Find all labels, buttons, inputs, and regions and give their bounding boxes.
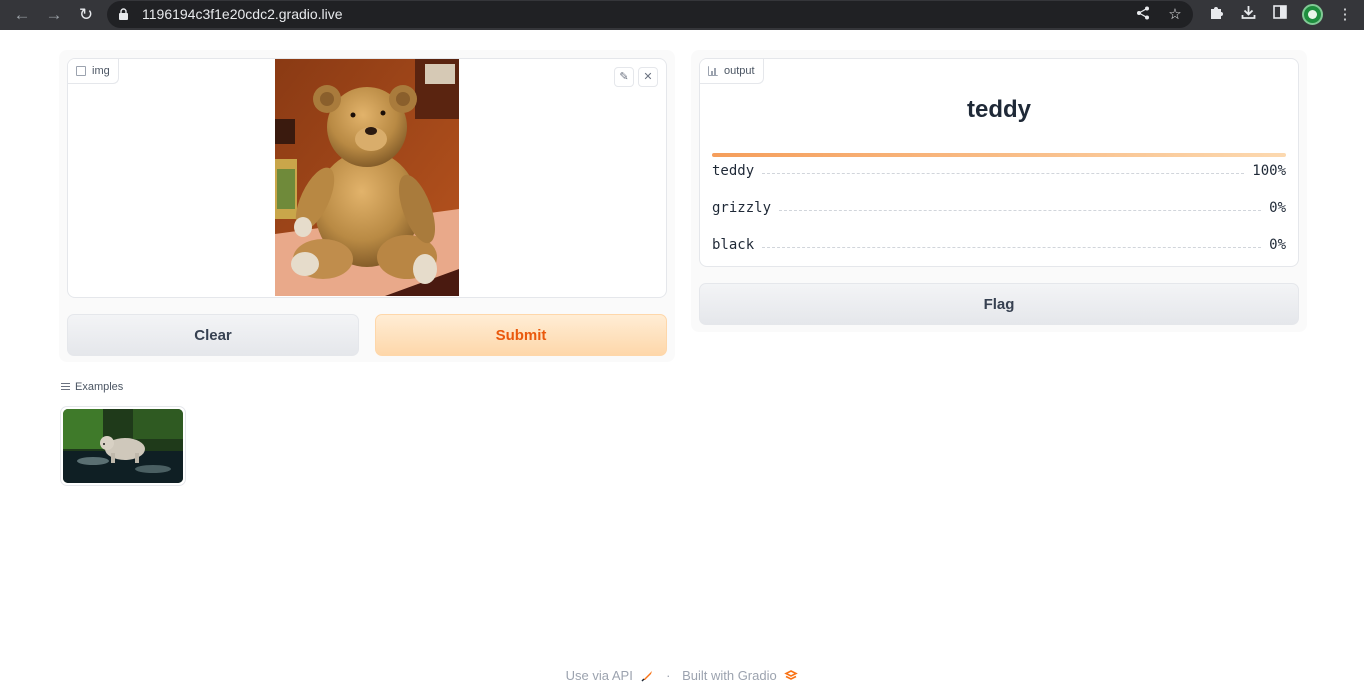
grizzly-bear-example-image — [63, 409, 183, 483]
submit-button[interactable]: Submit — [375, 314, 667, 356]
use-via-api-link[interactable]: Use via API — [566, 668, 633, 683]
clear-button-label: Clear — [194, 326, 232, 344]
dotted-leader — [762, 246, 1262, 248]
rocket-icon — [641, 670, 653, 682]
confidence-label: teddy — [712, 163, 755, 179]
lock-icon — [119, 8, 128, 20]
example-thumbnail[interactable] — [60, 406, 186, 486]
footer: Use via API · Built with Gradio — [0, 667, 1364, 683]
clear-button[interactable]: Clear — [67, 314, 359, 356]
flag-button[interactable]: Flag — [699, 283, 1299, 325]
forward-icon[interactable]: → — [44, 5, 64, 25]
submit-button-label: Submit — [495, 326, 547, 344]
extensions-icon[interactable] — [1206, 5, 1226, 25]
gradio-logo-icon — [784, 669, 799, 680]
profile-avatar[interactable] — [1302, 4, 1323, 25]
predicted-label: teddy — [966, 96, 1031, 123]
input-panel: img ✎ ✕ Clear Submit — [59, 50, 675, 362]
close-icon: ✕ — [643, 71, 653, 83]
built-with-gradio-link[interactable]: Built with Gradio — [682, 668, 777, 683]
confidence-label: black — [712, 237, 755, 253]
confidence-value: 0% — [1269, 200, 1286, 216]
pencil-icon: ✎ — [619, 71, 629, 83]
label-output: output teddy teddy 100% grizzly 0% black… — [699, 58, 1299, 267]
browser-toolbar: ← → ↻ 1196194c3f1e20cdc2.gradio.live ☆ ⋮ — [0, 0, 1364, 30]
flag-button-label: Flag — [983, 295, 1015, 313]
examples-header: Examples — [61, 381, 123, 393]
image-icon — [76, 66, 86, 76]
footer-separator: · — [666, 668, 671, 684]
share-icon[interactable] — [1134, 6, 1152, 24]
bookmark-star-icon[interactable]: ☆ — [1166, 6, 1184, 24]
image-input-label: img — [68, 59, 119, 84]
confidence-row[interactable]: grizzly 0% — [712, 198, 1286, 218]
download-icon[interactable] — [1238, 5, 1258, 25]
uploaded-teddy-bear-image — [275, 59, 459, 296]
url-text: 1196194c3f1e20cdc2.gradio.live — [142, 6, 343, 22]
back-icon[interactable]: ← — [12, 5, 32, 25]
edit-image-button[interactable]: ✎ — [614, 67, 634, 87]
confidence-row[interactable]: black 0% — [712, 235, 1286, 255]
dotted-leader — [762, 172, 1245, 174]
image-input[interactable]: img ✎ ✕ — [67, 58, 667, 298]
chart-icon — [708, 66, 718, 76]
confidence-bar — [712, 153, 1286, 157]
output-panel: output teddy teddy 100% grizzly 0% black… — [691, 50, 1307, 332]
reload-icon[interactable]: ↻ — [76, 5, 96, 25]
side-panel-icon[interactable] — [1270, 5, 1290, 25]
image-label-text: img — [92, 65, 110, 77]
menu-kebab-icon[interactable]: ⋮ — [1335, 5, 1355, 25]
dotted-leader — [779, 209, 1262, 211]
confidence-value: 0% — [1269, 237, 1286, 253]
address-bar[interactable]: 1196194c3f1e20cdc2.gradio.live ☆ — [107, 1, 1193, 28]
confidence-label: grizzly — [712, 200, 772, 216]
confidence-value: 100% — [1252, 163, 1286, 179]
output-label-text: output — [724, 65, 755, 77]
confidence-row[interactable]: teddy 100% — [712, 161, 1286, 181]
remove-image-button[interactable]: ✕ — [638, 67, 658, 87]
list-icon — [61, 383, 70, 391]
output-label: output — [700, 59, 764, 84]
examples-label-text: Examples — [75, 381, 124, 393]
